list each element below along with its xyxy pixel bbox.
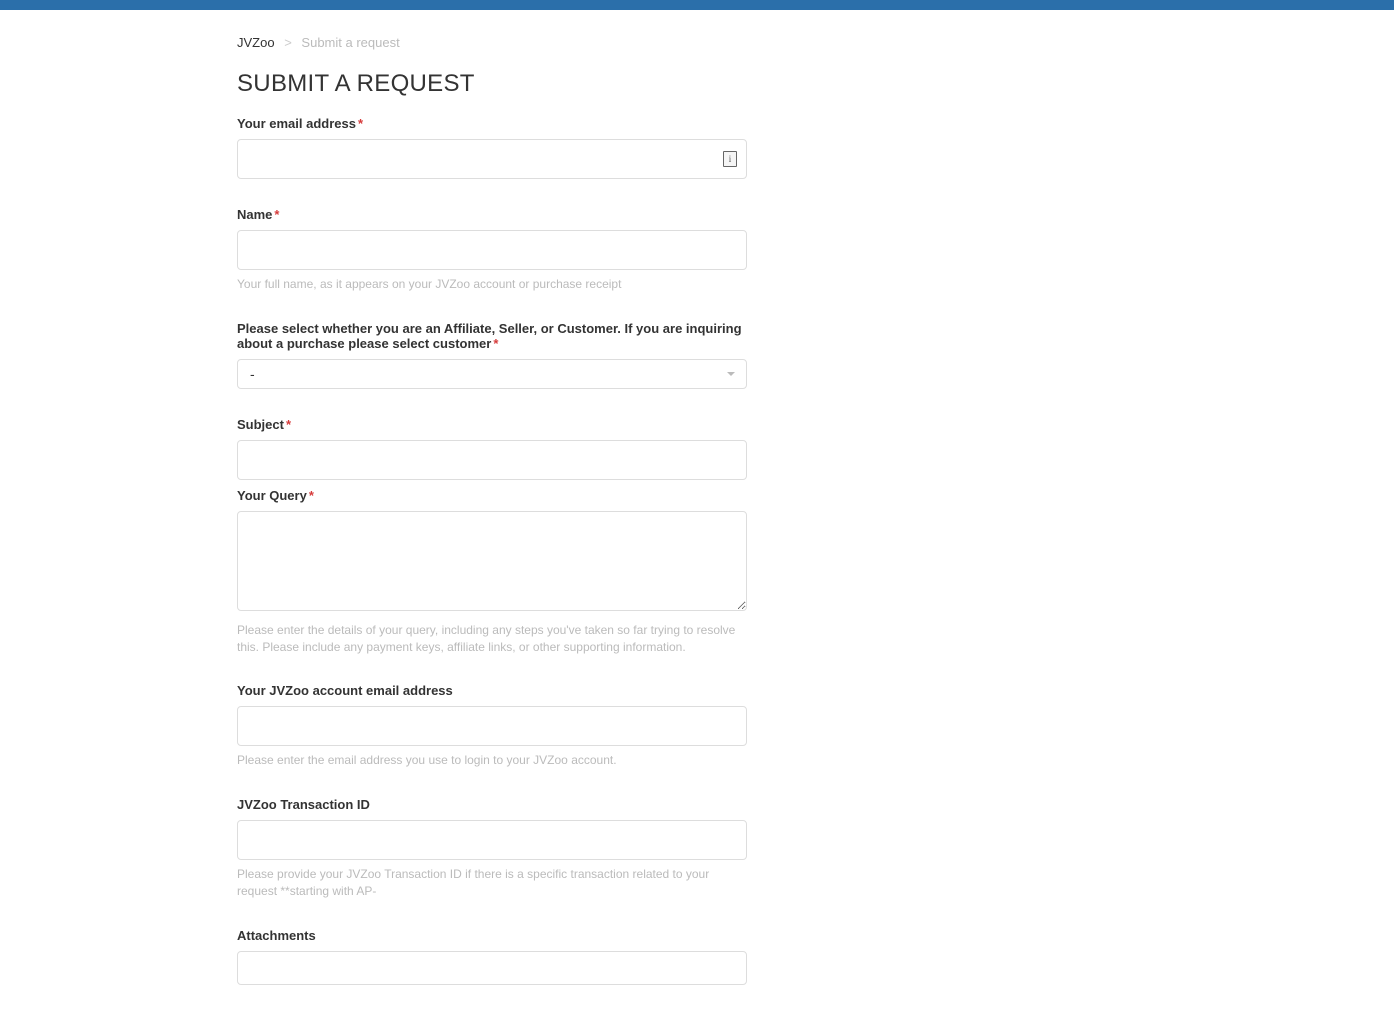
label-role: Please select whether you are an Affilia…	[237, 321, 747, 351]
attachments-dropzone[interactable]	[237, 951, 747, 985]
subject-input[interactable]	[237, 440, 747, 480]
required-indicator: *	[286, 417, 291, 432]
breadcrumb-current: Submit a request	[301, 35, 399, 50]
label-email: Your email address*	[237, 116, 747, 131]
top-bar	[0, 0, 1394, 10]
breadcrumb-separator: >	[284, 35, 292, 50]
role-select[interactable]: -	[237, 359, 747, 389]
field-email: Your email address*	[237, 116, 747, 179]
request-form: Your email address* Name* Your full name…	[237, 116, 747, 985]
transaction-id-input[interactable]	[237, 820, 747, 860]
label-name: Name*	[237, 207, 747, 222]
label-account-email: Your JVZoo account email address	[237, 683, 747, 698]
hint-transaction-id: Please provide your JVZoo Transaction ID…	[237, 866, 747, 900]
name-input[interactable]	[237, 230, 747, 270]
field-account-email: Your JVZoo account email address Please …	[237, 683, 747, 769]
breadcrumb-root-link[interactable]: JVZoo	[237, 35, 275, 50]
required-indicator: *	[493, 336, 498, 351]
field-transaction-id: JVZoo Transaction ID Please provide your…	[237, 797, 747, 900]
hint-account-email: Please enter the email address you use t…	[237, 752, 747, 769]
account-email-input[interactable]	[237, 706, 747, 746]
field-role: Please select whether you are an Affilia…	[237, 321, 747, 389]
main-container: JVZoo > Submit a request SUBMIT A REQUES…	[217, 10, 1177, 985]
page-title: SUBMIT A REQUEST	[237, 70, 1157, 98]
breadcrumb: JVZoo > Submit a request	[237, 10, 1157, 70]
required-indicator: *	[274, 207, 279, 222]
label-query: Your Query*	[237, 488, 747, 503]
label-transaction-id: JVZoo Transaction ID	[237, 797, 747, 812]
hint-query: Please enter the details of your query, …	[237, 622, 747, 656]
field-name: Name* Your full name, as it appears on y…	[237, 207, 747, 293]
email-input[interactable]	[237, 139, 747, 179]
hint-name: Your full name, as it appears on your JV…	[237, 276, 747, 293]
label-attachments: Attachments	[237, 928, 747, 943]
required-indicator: *	[309, 488, 314, 503]
contact-card-icon[interactable]	[723, 151, 737, 167]
required-indicator: *	[358, 116, 363, 131]
field-query: Your Query* Please enter the details of …	[237, 488, 747, 656]
query-textarea[interactable]	[237, 511, 747, 611]
label-subject: Subject*	[237, 417, 747, 432]
field-attachments: Attachments	[237, 928, 747, 985]
field-subject: Subject*	[237, 417, 747, 480]
